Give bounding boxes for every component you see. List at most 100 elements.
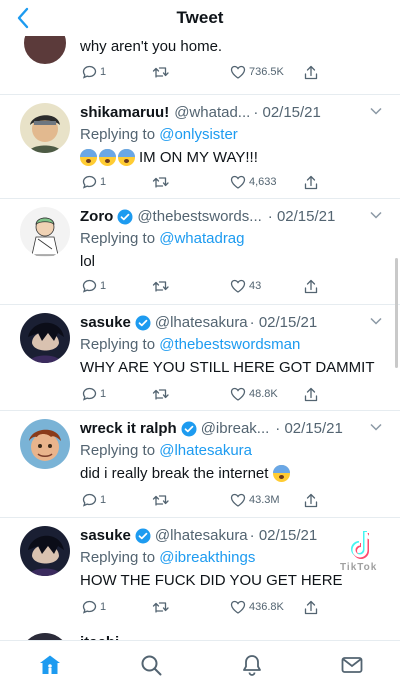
tweet-header: shikamaruu! @whatad... · 02/15/21 <box>80 104 380 121</box>
reply-button[interactable]: 1 <box>82 175 106 189</box>
avatar[interactable] <box>20 103 70 153</box>
chevron-down-icon[interactable] <box>370 317 382 325</box>
replying-to-link[interactable]: @ibreakthings <box>159 549 255 566</box>
reply-icon <box>82 65 97 79</box>
replying-to-label: Replying to <box>80 230 160 247</box>
heart-icon <box>230 493 246 507</box>
tweet[interactable]: shikamaruu! @whatad... · 02/15/21 Replyi… <box>0 94 400 202</box>
like-button[interactable]: 43 <box>230 279 261 293</box>
handle[interactable]: @lhatesakura <box>155 314 248 331</box>
date: · 02/15/21 <box>249 314 318 331</box>
tweet-text-row: IM ON MY WAY!!! <box>80 149 258 166</box>
verified-badge-icon <box>135 315 151 330</box>
like-button[interactable]: 48.8K <box>230 387 278 401</box>
chevron-down-icon[interactable] <box>370 107 382 115</box>
reply-count: 1 <box>100 601 107 613</box>
retweet-button[interactable] <box>152 493 170 507</box>
retweet-icon <box>152 602 169 613</box>
reply-button[interactable]: 1 <box>82 279 106 293</box>
share-icon <box>304 387 318 402</box>
like-button[interactable]: 4,633 <box>230 175 277 189</box>
date: · 02/15/21 <box>275 420 343 437</box>
search-icon[interactable] <box>139 653 163 677</box>
retweet-button[interactable] <box>152 387 170 401</box>
tweet[interactable]: Zoro @thebestswords... · 02/15/21 Replyi… <box>0 198 400 306</box>
tweet-header: wreck it ralph @ibreak... · 02/15/21 <box>80 420 380 437</box>
share-button[interactable] <box>304 175 318 190</box>
display-name[interactable]: shikamaruu! <box>80 104 169 121</box>
reply-count: 1 <box>100 494 107 506</box>
share-icon <box>304 65 318 80</box>
avatar[interactable] <box>20 526 70 576</box>
share-button[interactable] <box>304 493 318 508</box>
tweet-header: Zoro @thebestswords... · 02/15/21 <box>80 208 380 225</box>
reply-button[interactable]: 1 <box>82 387 106 401</box>
reply-icon <box>82 493 97 507</box>
like-count: 736.5K <box>249 66 284 78</box>
reply-icon <box>82 175 97 189</box>
tweet[interactable]: wreck it ralph @ibreak... · 02/15/21 Rep… <box>0 410 400 518</box>
retweet-button[interactable] <box>152 279 170 293</box>
display-name[interactable]: wreck it ralph <box>80 420 177 437</box>
tweet-text: WHY ARE YOU STILL HERE GOT DAMMIT <box>80 359 375 376</box>
reply-icon <box>82 600 97 614</box>
avatar[interactable] <box>20 313 70 363</box>
home-icon[interactable] <box>38 653 62 677</box>
tweet-text: IM ON MY WAY!!! <box>139 149 258 166</box>
display-name[interactable]: sasuke <box>80 314 131 331</box>
handle[interactable]: @thebestswords... <box>137 208 261 225</box>
avatar[interactable] <box>20 419 70 469</box>
share-button[interactable] <box>304 65 318 80</box>
messages-icon[interactable] <box>340 653 364 677</box>
date: · 02/15/21 <box>253 104 321 121</box>
retweet-button[interactable] <box>152 65 170 79</box>
share-icon <box>304 600 318 615</box>
tweet-actions: 1 43.3M <box>82 493 322 511</box>
share-button[interactable] <box>304 387 318 402</box>
replying-to-link[interactable]: @lhatesakura <box>159 442 252 459</box>
like-count: 43 <box>249 280 262 292</box>
share-button[interactable] <box>304 600 318 615</box>
anxious-face-emoji <box>99 149 116 166</box>
handle[interactable]: @ibreak... <box>201 420 270 437</box>
tiktok-watermark-text: TikTok <box>340 562 378 573</box>
avatar[interactable] <box>20 207 70 257</box>
reply-icon <box>82 279 97 293</box>
notifications-icon[interactable] <box>240 653 264 677</box>
replying-to-label: Replying to <box>80 336 160 353</box>
tweet[interactable]: sasuke @lhatesakura · 02/15/21 Replying … <box>0 304 400 412</box>
verified-badge-icon <box>181 421 197 436</box>
avatar[interactable] <box>20 633 70 640</box>
retweet-icon <box>152 177 169 188</box>
retweet-button[interactable] <box>152 600 170 614</box>
share-button[interactable] <box>304 279 318 294</box>
tweet-partial-bottom[interactable]: itachi <box>0 625 400 640</box>
replying-to: Replying to @ibreakthings <box>80 549 255 566</box>
replying-to-link[interactable]: @thebestswordsman <box>159 336 300 353</box>
display-name[interactable]: Zoro <box>80 208 113 225</box>
replying-to: Replying to @whatadrag <box>80 230 245 247</box>
replying-to-link[interactable]: @onlysister <box>159 126 238 143</box>
scrollbar[interactable] <box>395 258 398 368</box>
heart-icon <box>230 279 246 293</box>
tweet-text: lol <box>80 253 96 270</box>
tweet-text-row: did i really break the internet <box>80 465 292 482</box>
reply-button[interactable]: 1 <box>82 493 106 507</box>
tweet-actions: 1 43 <box>82 279 322 297</box>
chevron-down-icon[interactable] <box>370 423 382 431</box>
anxious-face-emoji <box>80 149 97 166</box>
tweet-actions: 1 48.8K <box>82 387 322 405</box>
reply-button[interactable]: 1 <box>82 600 106 614</box>
retweet-button[interactable] <box>152 175 170 189</box>
reply-button[interactable]: 1 <box>82 65 106 79</box>
tweet-text: did i really break the internet <box>80 465 269 482</box>
like-button[interactable]: 436.8K <box>230 600 284 614</box>
handle[interactable]: @lhatesakura <box>155 527 248 544</box>
chevron-down-icon[interactable] <box>370 211 382 219</box>
like-button[interactable]: 43.3M <box>230 493 280 507</box>
replying-to-link[interactable]: @whatadrag <box>159 230 244 247</box>
display-name[interactable]: sasuke <box>80 527 131 544</box>
like-button[interactable]: 736.5K <box>230 65 284 79</box>
handle[interactable]: @whatad... <box>174 104 250 121</box>
tweet-header: sasuke @lhatesakura · 02/15/21 <box>80 314 380 331</box>
